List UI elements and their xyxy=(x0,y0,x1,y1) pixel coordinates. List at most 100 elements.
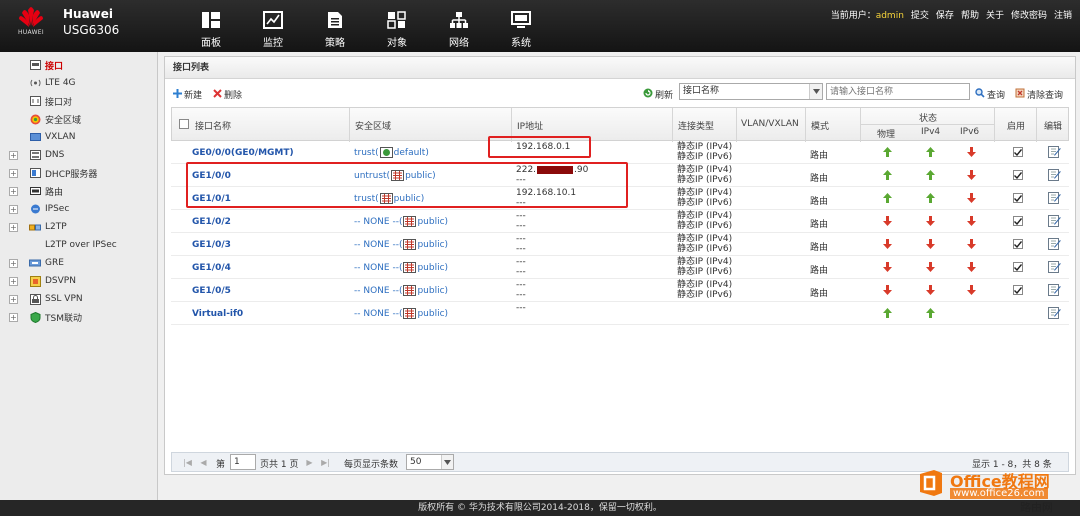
first-page-button[interactable]: |◀ xyxy=(182,457,193,468)
save-link[interactable]: 保存 xyxy=(936,8,954,21)
zone-public-icon xyxy=(403,285,417,296)
edit-icon[interactable] xyxy=(1048,214,1061,227)
enable-checkbox[interactable] xyxy=(1013,147,1023,157)
expand-plus-icon[interactable]: + xyxy=(9,276,18,286)
col-name[interactable]: 接口名称 xyxy=(195,119,231,132)
prev-page-button[interactable]: ◀ xyxy=(198,457,209,468)
clear-query-button[interactable]: 清除查询 xyxy=(1015,88,1063,101)
table-row[interactable]: GE1/0/5 -- NONE --(public) --- --- 静态IP (IPv… xyxy=(171,279,1069,302)
sidebar-item-gre[interactable]: + GRE xyxy=(0,254,157,272)
edit-icon[interactable] xyxy=(1048,168,1061,181)
col-vlan[interactable]: VLAN/VXLAN xyxy=(741,119,799,129)
status-physical-up-icon xyxy=(881,192,893,204)
nav-object[interactable]: 对象 xyxy=(366,0,428,52)
table-row[interactable]: Virtual-if0 -- NONE --(public) --- xyxy=(171,302,1069,325)
table-row[interactable]: GE1/0/1 trust(public) 192.168.10.1 --- 静态IP … xyxy=(171,187,1069,210)
edit-icon[interactable] xyxy=(1048,283,1061,296)
help-link[interactable]: 帮助 xyxy=(961,8,979,21)
per-page-select[interactable]: 50 xyxy=(406,454,454,470)
edit-icon[interactable] xyxy=(1048,237,1061,250)
table-row[interactable]: GE0/0/0(GE0/MGMT) trust(default) 192.168.0… xyxy=(171,141,1069,164)
edit-icon[interactable] xyxy=(1048,145,1061,158)
nav-system[interactable]: 系统 xyxy=(490,0,552,52)
enable-checkbox[interactable] xyxy=(1013,239,1023,249)
edit-icon[interactable] xyxy=(1048,260,1061,273)
zone-prefix: trust( xyxy=(354,148,379,158)
status-ipv6-down-icon xyxy=(965,261,977,273)
enable-checkbox[interactable] xyxy=(1013,193,1023,203)
sidebar-item-sslvpn[interactable]: + SSL VPN xyxy=(0,290,157,308)
delete-button[interactable]: 删除 xyxy=(213,88,242,101)
ip-address: --- --- xyxy=(516,280,526,303)
sidebar-item-tsm[interactable]: + TSM联动 xyxy=(0,308,157,326)
col-conn-type[interactable]: 连接类型 xyxy=(678,119,714,132)
select-all-checkbox[interactable] xyxy=(179,119,189,129)
object-icon xyxy=(386,10,408,30)
conn-type-ipv4: 静态IP (IPv4) xyxy=(677,211,733,221)
plus-icon xyxy=(173,88,182,101)
enable-checkbox[interactable] xyxy=(1013,170,1023,180)
col-ip[interactable]: IP地址 xyxy=(517,119,543,132)
enable-checkbox[interactable] xyxy=(1013,262,1023,272)
edit-icon[interactable] xyxy=(1048,191,1061,204)
sidebar-item-security-zone[interactable]: 安全区域 xyxy=(0,110,157,128)
col-zone[interactable]: 安全区域 xyxy=(355,119,391,132)
sidebar-item-dhcp[interactable]: + DHCP服务器 xyxy=(0,164,157,182)
nav-policy[interactable]: 策略 xyxy=(304,0,366,52)
edit-icon[interactable] xyxy=(1048,306,1061,319)
ip-secondary: --- xyxy=(516,244,526,254)
enable-checkbox[interactable] xyxy=(1013,285,1023,295)
expand-plus-icon[interactable]: + xyxy=(9,258,18,268)
query-button[interactable]: 查询 xyxy=(975,88,1005,101)
nav-label: 策略 xyxy=(325,38,345,49)
expand-plus-icon[interactable]: + xyxy=(9,168,18,178)
sidebar-item-interface-pair[interactable]: 接口对 xyxy=(0,92,157,110)
expand-plus-icon[interactable]: + xyxy=(9,222,18,232)
col-mode[interactable]: 模式 xyxy=(811,119,829,132)
table-row[interactable]: GE1/0/4 -- NONE --(public) --- --- 静态IP (IPv… xyxy=(171,256,1069,279)
next-page-button[interactable]: ▶ xyxy=(304,457,315,468)
about-link[interactable]: 关于 xyxy=(986,8,1004,21)
search-input[interactable] xyxy=(826,83,970,100)
nav-monitor[interactable]: 监控 xyxy=(242,0,304,52)
enable-checkbox[interactable] xyxy=(1013,216,1023,226)
sidebar-item-l2tp-ipsec[interactable]: L2TP over IPSec xyxy=(0,236,157,254)
nav-dashboard[interactable]: 面板 xyxy=(180,0,242,52)
sidebar-item-vxlan[interactable]: VXLAN xyxy=(0,128,157,146)
expand-plus-icon[interactable]: + xyxy=(9,186,18,196)
sidebar-item-dsvpn[interactable]: + DSVPN xyxy=(0,272,157,290)
nav-network[interactable]: 网络 xyxy=(428,0,490,52)
sidebar-item-lte[interactable]: LTE 4G xyxy=(0,74,157,92)
status-ipv4-up-icon xyxy=(924,307,936,319)
top-header: HUAWEI Huawei USG6306 面板 监控 策略 对象 网络 系统 … xyxy=(0,0,1080,52)
interface-name-link[interactable]: Virtual-if0 xyxy=(192,309,243,332)
change-password-link[interactable]: 修改密码 xyxy=(1011,8,1047,21)
filter-field-select[interactable]: 接口名称 xyxy=(679,83,823,100)
table-row[interactable]: GE1/0/0 untrust(public) 222. .90 --- 静态IP (IP… xyxy=(171,164,1069,187)
status-ipv6-down-icon xyxy=(965,169,977,181)
sidebar-item-route[interactable]: + 路由 xyxy=(0,182,157,200)
app-window: HUAWEI Huawei USG6306 面板 监控 策略 对象 网络 系统 … xyxy=(0,0,1080,516)
col-divider xyxy=(994,108,995,142)
sidebar-item-interface[interactable]: 接口 xyxy=(0,56,157,74)
new-button[interactable]: 新建 xyxy=(173,88,202,101)
table-row[interactable]: GE1/0/3 -- NONE --(public) --- --- 静态IP (IPv… xyxy=(171,233,1069,256)
last-page-button[interactable]: ▶| xyxy=(320,457,331,468)
refresh-button[interactable]: 刷新 xyxy=(643,88,673,101)
l2tp-ipsec-icon xyxy=(29,240,41,251)
page-number-input[interactable]: 1 xyxy=(230,454,256,470)
table-row[interactable]: GE1/0/2 -- NONE --(public) --- --- 静态IP (IPv… xyxy=(171,210,1069,233)
expand-plus-icon[interactable]: + xyxy=(9,312,18,322)
zone-public-icon xyxy=(391,170,405,181)
sidebar-item-dns[interactable]: + DNS xyxy=(0,146,157,164)
logout-link[interactable]: 注销 xyxy=(1054,8,1072,21)
submit-link[interactable]: 提交 xyxy=(911,8,929,21)
expand-plus-icon[interactable]: + xyxy=(9,150,18,160)
sidebar-item-ipsec[interactable]: + IPSec xyxy=(0,200,157,218)
nav-label: 监控 xyxy=(263,38,283,49)
expand-plus-icon[interactable]: + xyxy=(9,204,18,214)
sidebar-item-label: LTE 4G xyxy=(45,78,76,88)
sidebar-item-l2tp[interactable]: + L2TP xyxy=(0,218,157,236)
security-zone-link[interactable]: -- NONE --(public) xyxy=(354,308,448,331)
expand-plus-icon[interactable]: + xyxy=(9,294,18,304)
